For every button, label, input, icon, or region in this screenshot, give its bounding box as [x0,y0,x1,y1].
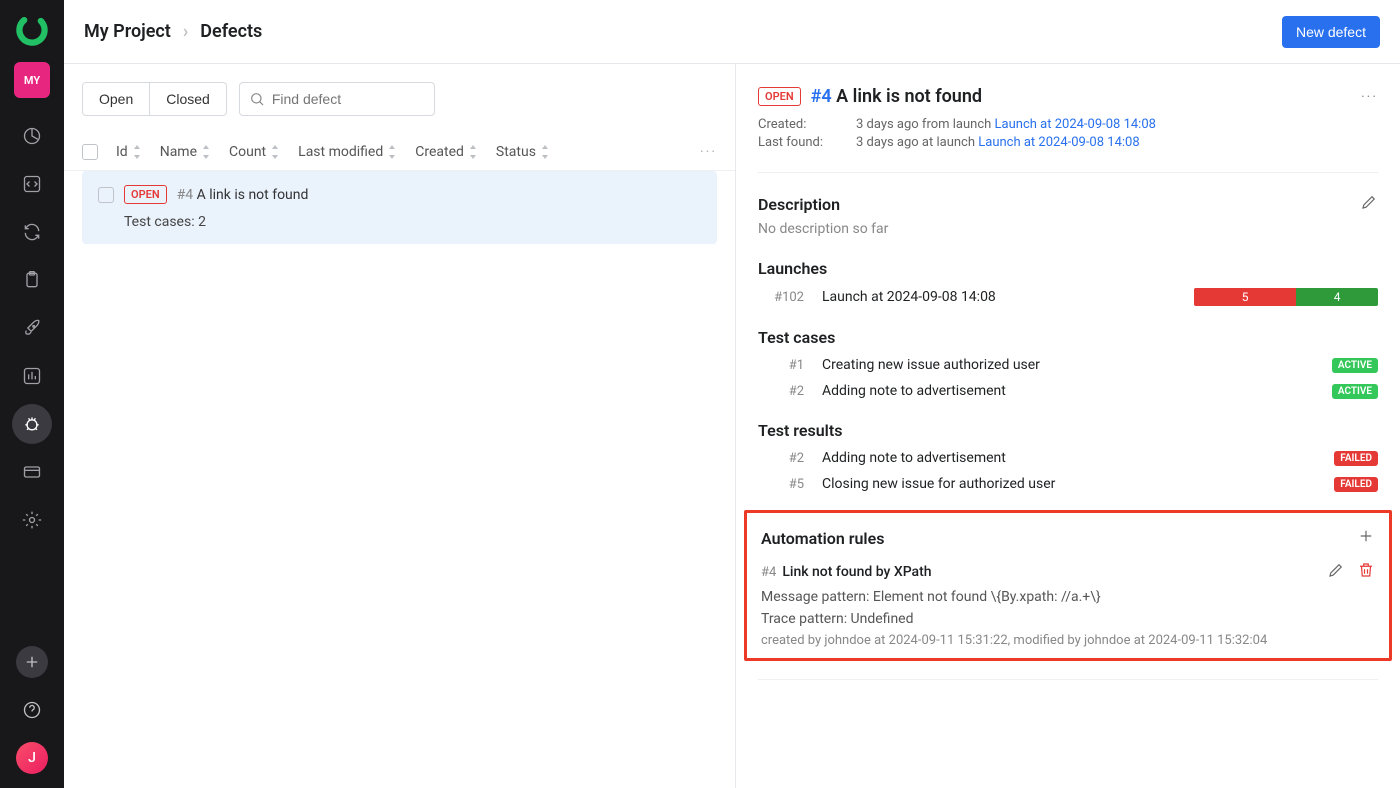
search-icon [249,91,265,107]
clipboard-icon [22,270,42,290]
nav-settings[interactable] [12,500,52,540]
trash-icon [1357,561,1375,579]
testresult-row[interactable]: #5 Closing new issue for authorized user… [758,476,1378,492]
nav-payments[interactable] [12,452,52,492]
automation-rules-section: Automation rules #4 Link not found by XP… [744,510,1392,661]
nav-rocket[interactable] [12,308,52,348]
detail-more-menu[interactable]: ··· [1361,89,1378,105]
testcases-heading: Test cases [758,328,835,347]
plus-icon [1357,527,1375,545]
breadcrumb: My Project › Defects [84,21,262,42]
col-id[interactable]: Id [116,144,142,160]
defect-row[interactable]: OPEN #4 A link is not found Test cases: … [82,171,717,244]
filter-open[interactable]: Open [83,83,149,115]
detail-title: #4 A link is not found [811,86,982,107]
rule-meta: created by johndoe at 2024-09-11 15:31:2… [761,633,1375,648]
row-testcases: Test cases: 2 [98,214,701,230]
lastfound-label: Last found: [758,135,838,150]
col-status[interactable]: Status [496,144,550,160]
active-badge: ACTIVE [1332,358,1378,373]
launch-row[interactable]: #102 Launch at 2024-09-08 14:08 5 4 [758,288,1378,306]
failed-badge: FAILED [1334,451,1378,466]
pencil-icon [1327,561,1345,579]
help-button[interactable] [16,694,48,726]
select-all-checkbox[interactable] [82,144,98,160]
nav-cycle[interactable] [12,212,52,252]
table-columns-menu[interactable]: ··· [700,144,717,160]
plus-icon [23,653,41,671]
defect-detail-pane: OPEN #4 A link is not found ··· Created:… [736,64,1400,788]
created-label: Created: [758,117,838,132]
rule-name: Link not found by XPath [782,564,931,580]
breadcrumb-section: Defects [200,21,262,42]
testresults-heading: Test results [758,421,842,440]
header: My Project › Defects New defect [64,0,1400,64]
nav-defects[interactable] [12,404,52,444]
chevron-right-icon: › [183,21,188,42]
col-created[interactable]: Created [415,144,478,160]
description-empty: No description so far [758,221,1378,237]
add-rule-button[interactable] [1357,527,1375,549]
user-avatar[interactable]: J [16,742,48,774]
launch-stats-bar: 5 4 [1194,288,1378,306]
search-input[interactable] [239,82,435,116]
active-badge: ACTIVE [1332,384,1378,399]
app-logo [14,12,50,48]
add-button[interactable] [16,646,48,678]
rule-message-pattern: Message pattern: Element not found \{By.… [761,589,1375,605]
new-defect-button[interactable]: New defect [1282,16,1380,48]
filter-closed[interactable]: Closed [149,83,226,115]
edit-description-button[interactable] [1360,193,1378,215]
delete-rule-button[interactable] [1357,561,1375,583]
testresult-row[interactable]: #2 Adding note to advertisement FAILED [758,450,1378,466]
pie-icon [22,126,42,146]
pencil-icon [1360,193,1378,211]
row-checkbox[interactable] [98,187,114,203]
testcase-row[interactable]: #1 Creating new issue authorized user AC… [758,357,1378,373]
gear-icon [22,510,42,530]
code-icon [22,174,42,194]
nav-dashboards[interactable] [12,116,52,156]
col-count[interactable]: Count [229,144,280,160]
detail-status-badge: OPEN [758,87,801,106]
nav-clipboard[interactable] [12,260,52,300]
sidebar: MY J [0,0,64,788]
description-heading: Description [758,195,840,214]
refresh-icon [22,222,42,242]
col-lastmodified[interactable]: Last modified [298,144,397,160]
col-name[interactable]: Name [160,144,211,160]
created-launch-link[interactable]: Launch at 2024-09-08 14:08 [995,117,1156,132]
bars-icon [22,366,42,386]
rule-trace-pattern: Trace pattern: Undefined [761,611,1375,627]
rocket-icon [22,318,42,338]
card-icon [22,462,42,482]
nav-analytics[interactable] [12,356,52,396]
defects-list-pane: Open Closed Id Name Count Last modified … [64,64,736,788]
status-filter-segment: Open Closed [82,82,227,116]
project-badge[interactable]: MY [14,62,50,98]
table-header: Id Name Count Last modified Created Stat… [64,134,735,171]
bug-icon [22,414,42,434]
testcase-row[interactable]: #2 Adding note to advertisement ACTIVE [758,383,1378,399]
automation-heading: Automation rules [761,529,884,548]
launches-heading: Launches [758,259,827,278]
nav-code[interactable] [12,164,52,204]
lastfound-launch-link[interactable]: Launch at 2024-09-08 14:08 [978,135,1139,150]
edit-rule-button[interactable] [1327,561,1345,583]
help-icon [23,701,41,719]
status-badge: OPEN [124,185,167,204]
row-title: #4 A link is not found [177,187,309,203]
breadcrumb-project[interactable]: My Project [84,21,171,42]
failed-badge: FAILED [1334,477,1378,492]
